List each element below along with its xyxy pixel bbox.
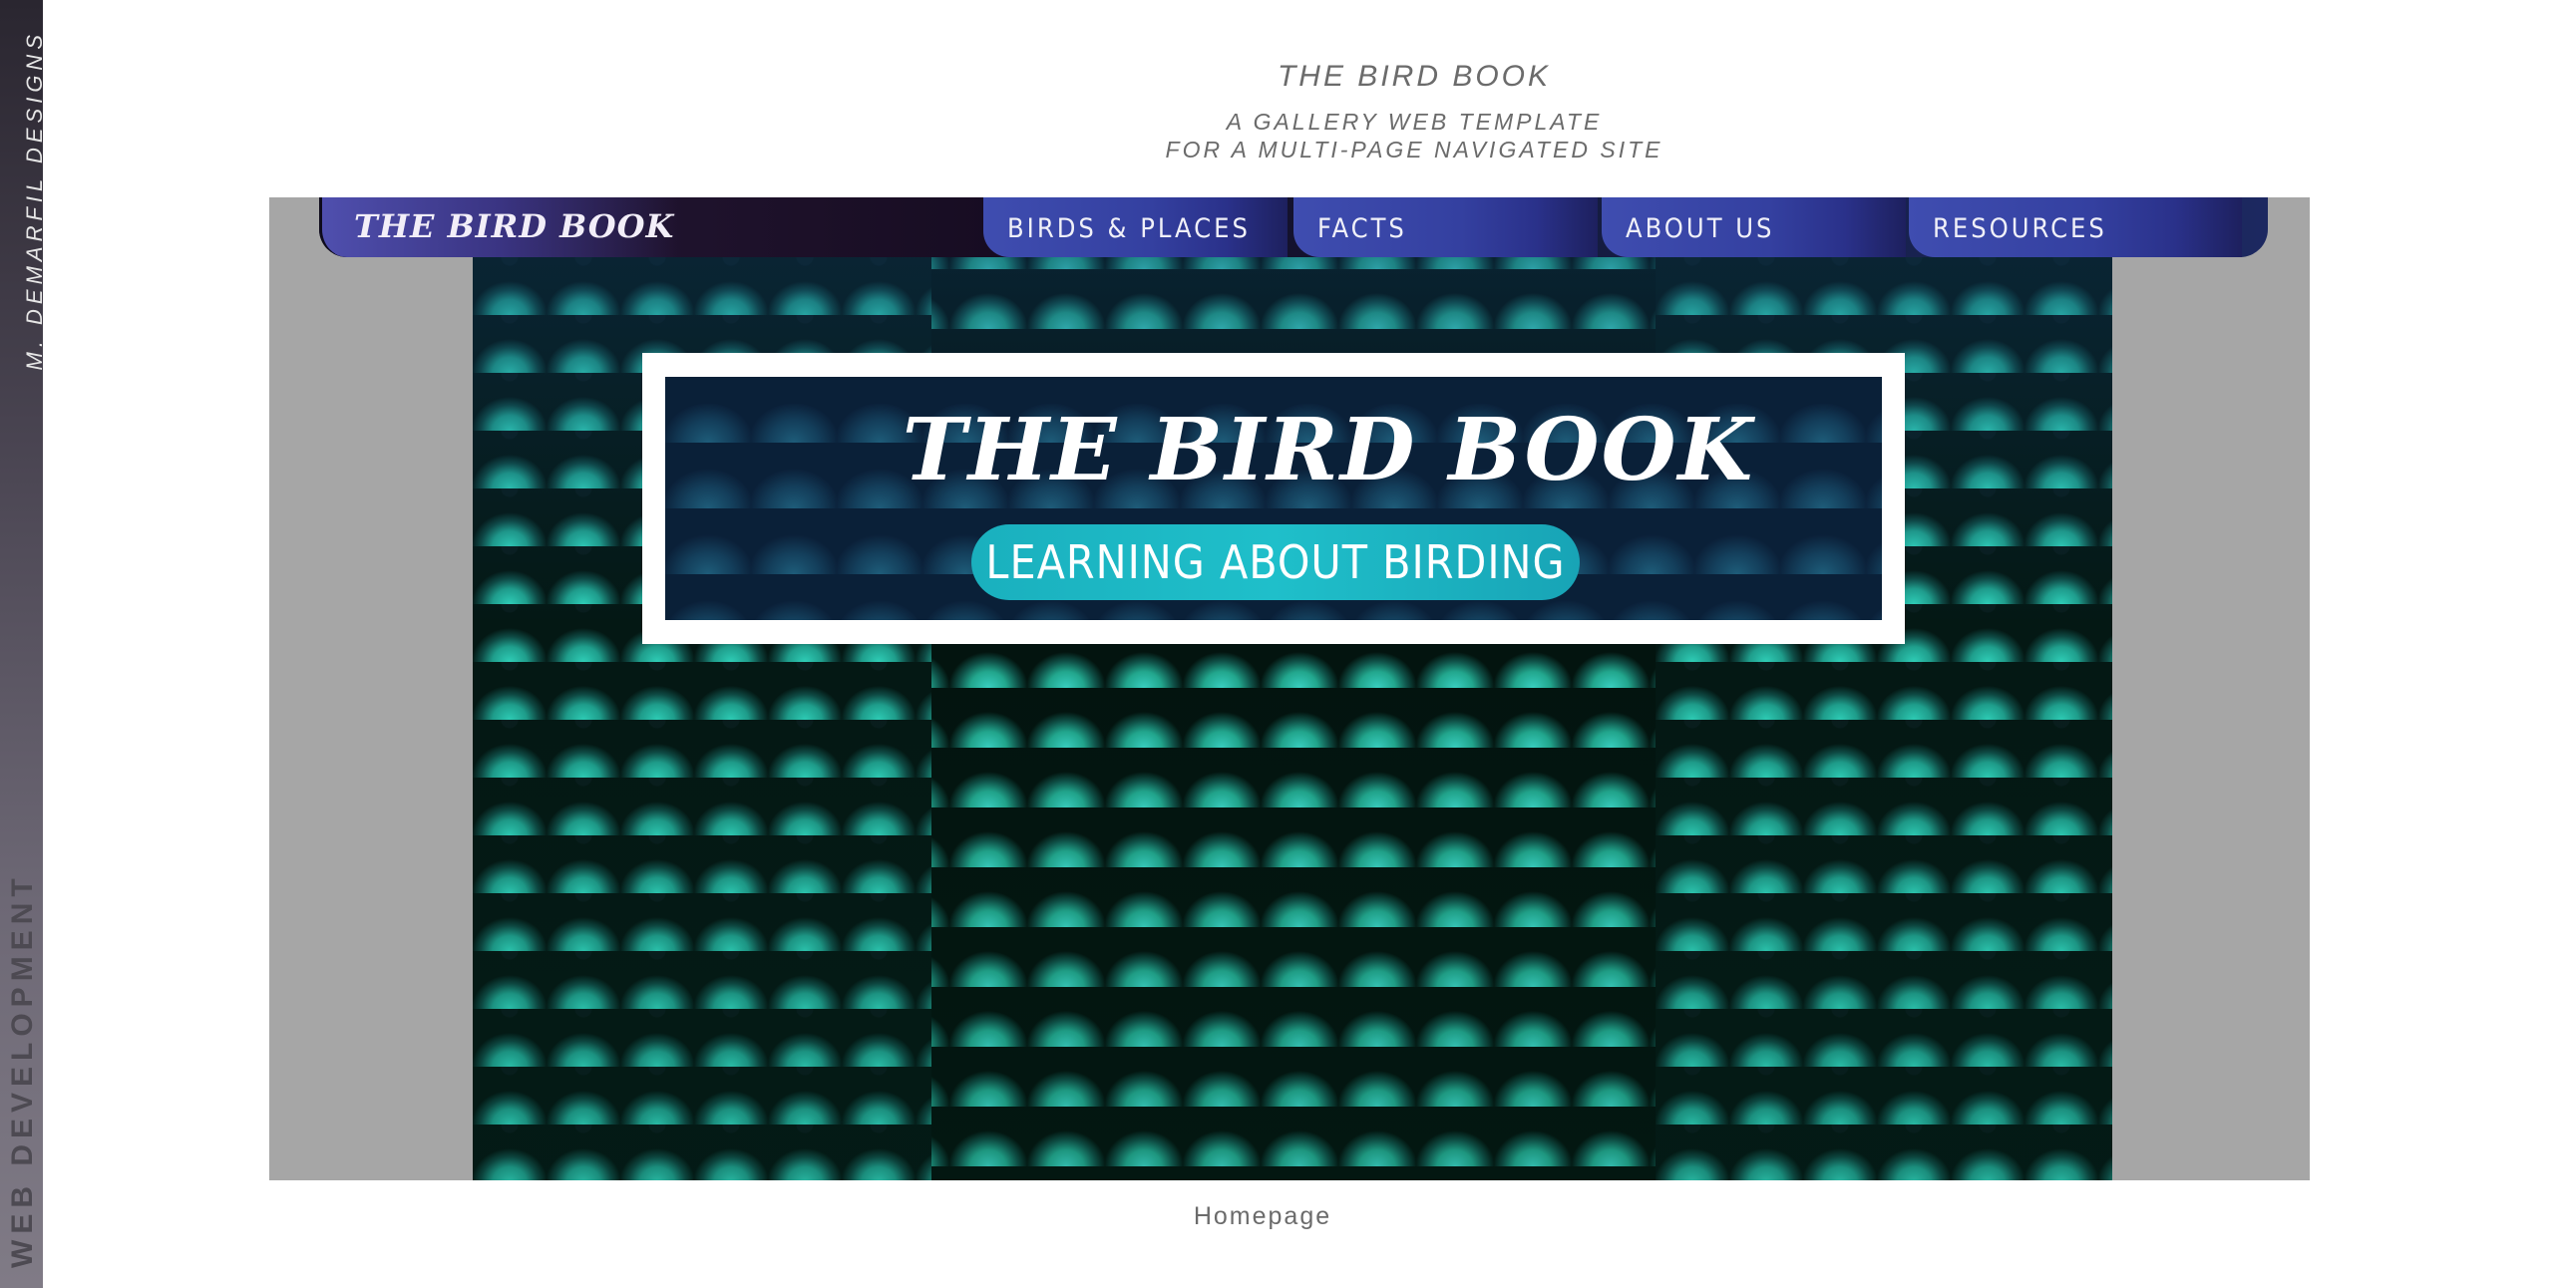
page-title: THE BIRD BOOK xyxy=(1277,60,1552,93)
nav-logo[interactable]: THE BIRD BOOK xyxy=(319,197,678,257)
page-subtitle: A GALLERY WEB TEMPLATE FOR A MULTI-PAGE … xyxy=(252,108,2576,163)
hero-banner: THE BIRD BOOK LEARNING ABOUT BIRDING xyxy=(642,353,1905,644)
banner-background: THE BIRD BOOK LEARNING ABOUT BIRDING xyxy=(665,377,1882,620)
nav-logo-text: THE BIRD BOOK xyxy=(354,207,675,245)
main-navigation: THE BIRD BOOK BIRDS & PLACES FACTS ABOUT… xyxy=(319,197,2268,257)
nav-item-facts[interactable]: FACTS xyxy=(1293,197,1598,257)
left-sidebar: M. DEMARFIL DESIGNS WEB DEVELOPMENT xyxy=(0,0,47,1288)
subtitle-line-1: A GALLERY WEB TEMPLATE xyxy=(1226,109,1603,135)
nav-item-about-us[interactable]: ABOUT US xyxy=(1602,197,1906,257)
preview-caption: Homepage xyxy=(1193,1202,1332,1230)
subtitle-line-2: FOR A MULTI-PAGE NAVIGATED SITE xyxy=(1165,137,1663,162)
nav-item-resources[interactable]: RESOURCES xyxy=(1909,197,2242,257)
section-label: WEB DEVELOPMENT xyxy=(6,872,39,1268)
nav-item-birds-places[interactable]: BIRDS & PLACES xyxy=(983,197,1288,257)
banner-tagline-pill: LEARNING ABOUT BIRDING xyxy=(971,524,1580,600)
banner-title: THE BIRD BOOK xyxy=(902,400,1755,500)
page-header: THE BIRD BOOK A GALLERY WEB TEMPLATE FOR… xyxy=(43,60,2576,163)
